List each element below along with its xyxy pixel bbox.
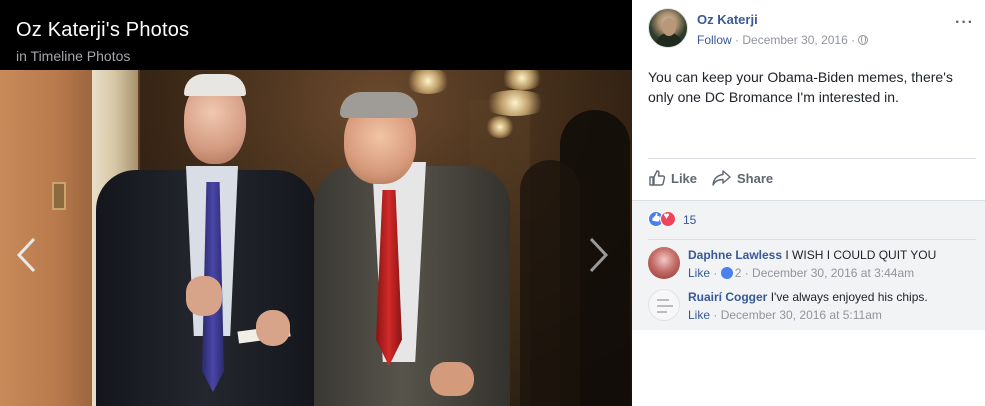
album-title[interactable]: Oz Katerji's Photos <box>16 19 189 42</box>
follow-link[interactable]: Follow <box>697 33 732 47</box>
previous-photo-button[interactable] <box>14 236 40 274</box>
photo-viewer: Oz Katerji's Photos in Timeline Photos <box>0 0 632 406</box>
more-options-button[interactable]: ··· <box>955 15 974 31</box>
comment-text: I WISH I COULD QUIT YOU <box>785 248 937 262</box>
avatar[interactable] <box>648 8 688 48</box>
like-reaction-icon <box>720 267 733 279</box>
divider <box>648 239 976 240</box>
reaction-count[interactable]: 15 <box>683 213 696 227</box>
comment-meta: Like · 2 · December 30, 2016 at 3:44am <box>688 266 915 280</box>
share-arrow-icon <box>712 170 731 186</box>
comment-meta: Like · December 30, 2016 at 5:11am <box>688 308 882 322</box>
avatar[interactable] <box>648 289 680 321</box>
post-meta: Follow · December 30, 2016 · <box>697 33 869 47</box>
comment-author[interactable]: Ruairí Cogger <box>688 290 767 304</box>
album-subtitle[interactable]: in Timeline Photos <box>16 48 130 64</box>
share-button[interactable]: Share <box>712 169 773 187</box>
chevron-right-icon <box>589 237 609 273</box>
comment-text: I've always enjoyed his chips. <box>770 290 928 304</box>
comment-timestamp[interactable]: December 30, 2016 at 5:11am <box>721 308 882 322</box>
comment-timestamp[interactable]: December 30, 2016 at 3:44am <box>752 266 914 280</box>
comment-like-link[interactable]: Like <box>688 266 710 280</box>
chevron-left-icon <box>16 237 36 273</box>
thumbs-up-icon <box>649 170 666 186</box>
post-panel: Oz Katerji Follow · December 30, 2016 · … <box>632 0 985 406</box>
love-reaction-icon <box>660 211 676 227</box>
comment-author[interactable]: Daphne Lawless <box>688 248 782 262</box>
next-photo-button[interactable] <box>585 236 611 274</box>
post-author[interactable]: Oz Katerji <box>697 12 758 27</box>
main-photo[interactable] <box>0 70 632 406</box>
viewer-header: Oz Katerji's Photos in Timeline Photos <box>0 0 632 70</box>
post-date[interactable]: December 30, 2016 <box>742 33 847 47</box>
post-text: You can keep your Obama-Biden memes, the… <box>648 69 953 105</box>
avatar[interactable] <box>648 247 680 279</box>
comments-section: 15 Daphne Lawless I WISH I COULD QUIT YO… <box>632 200 985 330</box>
divider <box>648 158 976 159</box>
like-button[interactable]: Like <box>648 169 697 187</box>
globe-icon[interactable] <box>858 35 869 45</box>
comment-like-link[interactable]: Like <box>688 308 710 322</box>
post-header: Oz Katerji Follow · December 30, 2016 · … <box>648 8 978 52</box>
